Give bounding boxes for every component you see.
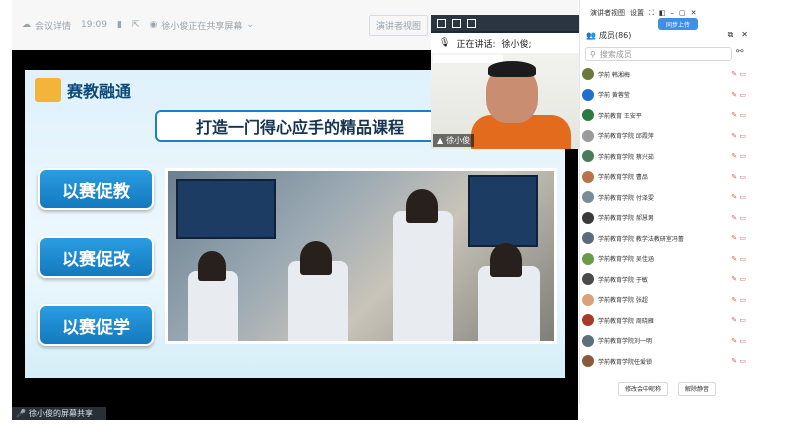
speaker-name-tag: ▲ 徐小俊 bbox=[433, 134, 475, 147]
avatar bbox=[582, 129, 594, 142]
member-row[interactable]: 学前教育学院 吴佳涵 ✎ ▭ bbox=[580, 249, 754, 270]
meeting-details-button[interactable]: ☁ 会议详情 bbox=[22, 19, 71, 32]
member-row[interactable]: 学前教育学院 蔡兴茹 ✎ ▭ bbox=[580, 146, 754, 167]
members-icon: 👥 bbox=[586, 30, 596, 40]
fullscreen-icon[interactable]: ⛶ bbox=[649, 9, 654, 18]
avatar bbox=[582, 150, 594, 163]
avatar bbox=[582, 314, 594, 327]
slide-pill-3: 以赛促学 bbox=[38, 304, 154, 346]
mic-on-icon: ▲ bbox=[437, 136, 444, 145]
slide-pill-1: 以赛促教 bbox=[38, 168, 154, 210]
avatar bbox=[582, 334, 594, 347]
member-row[interactable]: 学前教育学院 郝慧男 ✎ ▭ bbox=[580, 208, 754, 229]
popout-icon[interactable]: ⇱ bbox=[132, 20, 140, 30]
avatar bbox=[582, 109, 594, 122]
chevron-down-icon: ⌄ bbox=[246, 20, 254, 30]
muted-mic-icon[interactable]: ✎ ▭ bbox=[731, 91, 746, 99]
meeting-window: ☁ 会议详情 19:09 ▮ ⇱ ◉ 徐小俊正在共享屏幕 ⌄ 演讲者视图 赛教融… bbox=[0, 0, 799, 432]
muted-mic-icon[interactable]: ✎ ▭ bbox=[731, 214, 746, 222]
avatar bbox=[582, 211, 594, 224]
member-row[interactable]: 学前教育学院 曹品 ✎ ▭ bbox=[580, 167, 754, 188]
muted-mic-icon[interactable]: ✎ ▭ bbox=[731, 316, 746, 324]
speaker-backdrop-banner bbox=[433, 55, 503, 63]
members-header: 👥 成员(86) ⧉ ✕ bbox=[586, 30, 748, 40]
speaker-video[interactable]: 🎙 正在讲话: 徐小俊; ▲ 徐小俊 bbox=[431, 15, 579, 149]
members-panel: 演讲者视图 设置 ⛶ ◧ – ▢ ✕ 同步上传 👥 成员(86) ⧉ ✕ ⚲ 搜… bbox=[579, 0, 753, 404]
member-row[interactable]: 学前教育学院 教学法教研室冯蕾 ✎ ▭ bbox=[580, 228, 754, 249]
muted-mic-icon[interactable]: ✎ ▭ bbox=[731, 275, 746, 283]
panel-footer: 修改会中昵称 解除静音 bbox=[580, 382, 754, 396]
avatar bbox=[582, 68, 594, 81]
muted-mic-icon[interactable]: ✎ ▭ bbox=[731, 193, 746, 201]
speaking-indicator: 🎙 正在讲话: 徐小俊; bbox=[431, 33, 579, 53]
rename-button[interactable]: 修改会中昵称 bbox=[617, 382, 668, 396]
muted-mic-icon[interactable]: ✎ ▭ bbox=[731, 70, 746, 78]
slide-pill-2: 以赛促改 bbox=[38, 236, 154, 278]
member-row[interactable]: 学前教育学院任爱锁 ✎ ▭ bbox=[580, 351, 754, 372]
restore-icon[interactable]: ▢ bbox=[679, 9, 686, 17]
minimize-icon[interactable]: – bbox=[671, 9, 675, 17]
member-search-input[interactable]: ⚲ 搜索成员 bbox=[585, 47, 732, 61]
search-icon: ⚲ bbox=[590, 49, 596, 59]
avatar bbox=[582, 293, 594, 306]
slide-title: 打造一门得心应手的精品课程 bbox=[155, 110, 445, 142]
speaker-mic-icon: 🎙 bbox=[439, 38, 451, 48]
member-list: 学前 韩湘梅 ✎ ▭ 学前 黄蓉莹 ✎ ▭ 学前教育 王安平 ✎ ▭ 学前教育学院 邱… bbox=[580, 64, 754, 372]
muted-mic-icon[interactable]: ✎ ▭ bbox=[731, 234, 746, 242]
minimize-video-icon[interactable] bbox=[437, 18, 446, 28]
muted-mic-icon[interactable]: ✎ ▭ bbox=[731, 111, 746, 119]
member-row[interactable]: 学前教育学院 于敏 ✎ ▭ bbox=[580, 269, 754, 290]
classroom-photo bbox=[165, 168, 557, 344]
share-user-icon: ◉ bbox=[149, 20, 158, 30]
avatar bbox=[582, 355, 594, 368]
avatar bbox=[582, 88, 594, 101]
avatar bbox=[582, 170, 594, 183]
avatar bbox=[582, 232, 594, 245]
member-filter-icon[interactable]: ⚯ bbox=[736, 47, 748, 61]
member-row[interactable]: 学前 韩湘梅 ✎ ▭ bbox=[580, 64, 754, 85]
member-row[interactable]: 学前教育学院刘一明 ✎ ▭ bbox=[580, 331, 754, 352]
member-row[interactable]: 学前教育学院 周晓雁 ✎ ▭ bbox=[580, 310, 754, 331]
muted-mic-icon[interactable]: ✎ ▭ bbox=[731, 296, 746, 304]
list-view-icon[interactable] bbox=[467, 18, 476, 28]
avatar bbox=[582, 191, 594, 204]
meeting-time: 19:09 bbox=[81, 20, 107, 30]
member-row[interactable]: 学前教育学院 付泽雯 ✎ ▭ bbox=[580, 187, 754, 208]
member-row[interactable]: 学前教育学院 邱霞萍 ✎ ▭ bbox=[580, 126, 754, 147]
screen-share-label: 🎤 徐小俊的屏幕共享 bbox=[12, 407, 106, 420]
shared-screen-bottom bbox=[12, 388, 578, 408]
muted-mic-icon[interactable]: ✎ ▭ bbox=[731, 357, 746, 365]
member-row[interactable]: 学前教育 王安平 ✎ ▭ bbox=[580, 105, 754, 126]
speaker-hair bbox=[488, 61, 536, 77]
muted-mic-icon[interactable]: ✎ ▭ bbox=[731, 337, 746, 345]
settings-link[interactable]: 设置 bbox=[630, 8, 644, 18]
muted-mic-icon[interactable]: ✎ ▭ bbox=[731, 255, 746, 263]
member-row[interactable]: 学前教育学院 张超 ✎ ▭ bbox=[580, 290, 754, 311]
meeting-icon: ☁ bbox=[22, 20, 31, 30]
avatar bbox=[582, 252, 594, 265]
slide-logo: 赛教融通 bbox=[35, 78, 131, 102]
unmute-button[interactable]: 解除静音 bbox=[678, 382, 717, 396]
muted-mic-icon[interactable]: ✎ ▭ bbox=[731, 152, 746, 160]
mic-icon: 🎤 bbox=[16, 409, 26, 418]
member-row[interactable]: 学前 黄蓉莹 ✎ ▭ bbox=[580, 85, 754, 106]
avatar bbox=[582, 273, 594, 286]
layout-icon[interactable]: ◧ bbox=[659, 9, 666, 17]
popout-panel-icon[interactable]: ⧉ bbox=[728, 30, 734, 40]
house-icon bbox=[35, 78, 61, 102]
presenter-view-button[interactable]: 演讲者视图 bbox=[368, 14, 428, 36]
speaker-controls bbox=[431, 15, 579, 31]
muted-mic-icon[interactable]: ✎ ▭ bbox=[731, 132, 746, 140]
signal-icon: ▮ bbox=[116, 20, 122, 30]
sharing-status[interactable]: ◉ 徐小俊正在共享屏幕 ⌄ bbox=[149, 19, 253, 32]
grid-view-icon[interactable] bbox=[452, 18, 461, 28]
muted-mic-icon[interactable]: ✎ ▭ bbox=[731, 173, 746, 181]
presenter-view-link[interactable]: 演讲者视图 bbox=[590, 8, 625, 18]
close-icon[interactable]: ✕ bbox=[691, 9, 697, 17]
close-panel-icon[interactable]: ✕ bbox=[741, 30, 748, 40]
